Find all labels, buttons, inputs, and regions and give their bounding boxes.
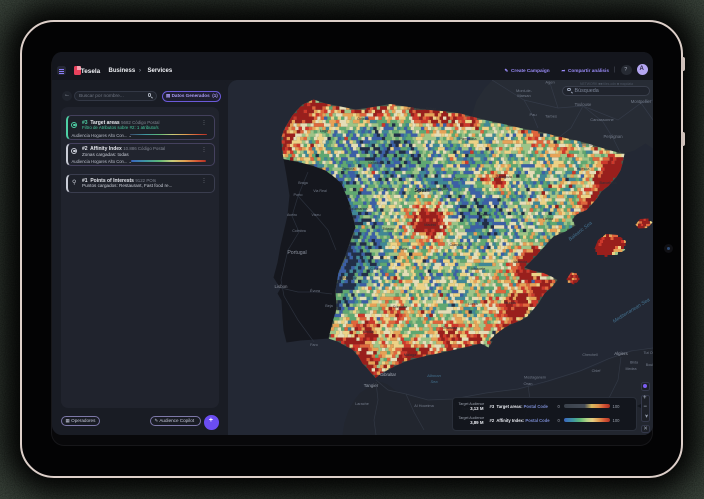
svg-text:Bouira: Bouira [645,363,652,367]
svg-text:Tizi Ouz: Tizi Ouz [643,351,653,355]
svg-text:Barcelona: Barcelona [599,181,617,185]
svg-text:Sea: Sea [430,379,438,384]
svg-text:Sevilla: Sevilla [362,330,374,334]
svg-text:Lorca: Lorca [468,302,478,306]
svg-text:Toulouse: Toulouse [574,102,591,107]
svg-text:Oviedo: Oviedo [356,117,368,121]
svg-text:Segovia: Segovia [381,187,396,191]
svg-text:Valencia: Valencia [512,260,527,264]
svg-text:Zaragoza: Zaragoza [495,175,512,179]
svg-text:Medea: Medea [625,367,636,371]
svg-text:Teruel: Teruel [480,213,490,217]
svg-text:Alboran: Alboran [426,373,442,378]
svg-text:Via Real: Via Real [313,189,327,193]
svg-text:Gibraltar: Gibraltar [379,372,396,377]
svg-text:Soria: Soria [453,177,463,181]
svg-text:Córdoba: Córdoba [392,305,407,309]
svg-text:Agen: Agen [545,80,554,85]
svg-text:Madrid: Madrid [424,223,436,227]
svg-text:Faro: Faro [310,343,318,347]
svg-text:Lleida: Lleida [542,217,553,221]
svg-text:Huesca: Huesca [576,167,590,171]
svg-text:Andorra: Andorra [578,143,592,147]
svg-text:C.Real: C.Real [370,267,382,271]
svg-text:Málaga: Málaga [403,353,416,357]
svg-text:Murcia: Murcia [504,301,516,305]
svg-text:Zamora: Zamora [341,167,355,171]
svg-text:Beja: Beja [325,304,333,308]
svg-text:Tarbes: Tarbes [544,113,556,118]
svg-text:Braga: Braga [298,181,308,185]
svg-text:Santander: Santander [407,107,425,111]
svg-text:Pau: Pau [529,112,536,117]
svg-text:Toledo: Toledo [382,227,393,231]
svg-text:Lisbon: Lisbon [274,284,287,289]
svg-text:Pamplona: Pamplona [459,137,477,141]
svg-text:Cuenca: Cuenca [449,243,463,247]
svg-text:Mostaganem: Mostaganem [524,375,546,379]
svg-text:Salamanca: Salamanca [348,207,368,211]
svg-text:Cherchell: Cherchell [582,353,597,357]
svg-text:Marsan: Marsan [517,93,530,98]
svg-text:Coimbra: Coimbra [292,229,306,233]
svg-text:Oran: Oran [523,381,532,386]
svg-text:Larache: Larache [355,402,369,406]
svg-text:Chlef: Chlef [591,369,601,373]
svg-text:NETWORK ■■ tiles-cdn ■ mapdata: NETWORK ■■ tiles-cdn ■ mapdata [580,82,633,86]
svg-text:Albacete: Albacete [470,267,485,271]
svg-text:Ávila: Ávila [398,247,407,251]
svg-text:Lugo: Lugo [319,129,327,133]
svg-text:Granada: Granada [442,326,458,330]
svg-text:Algiers: Algiers [614,351,628,356]
svg-text:Perpignan: Perpignan [603,134,623,139]
svg-text:Portugal: Portugal [287,250,306,256]
svg-text:Carcassonne: Carcassonne [590,117,614,122]
svg-text:Al Hoceima: Al Hoceima [414,404,434,408]
svg-text:Viseu: Viseu [311,213,320,217]
svg-text:Tangier: Tangier [363,383,378,388]
svg-text:Valladolid: Valladolid [367,161,383,165]
svg-text:Blida: Blida [630,360,638,364]
svg-text:Bilbao: Bilbao [425,107,436,111]
svg-text:Aveiro: Aveiro [286,213,296,217]
svg-text:Badajoz: Badajoz [343,276,357,280]
svg-text:Évora: Évora [310,288,321,293]
svg-text:Guadalajara: Guadalajara [427,187,449,191]
svg-text:Porto: Porto [293,193,302,197]
svg-text:Montpellier: Montpellier [630,99,651,104]
